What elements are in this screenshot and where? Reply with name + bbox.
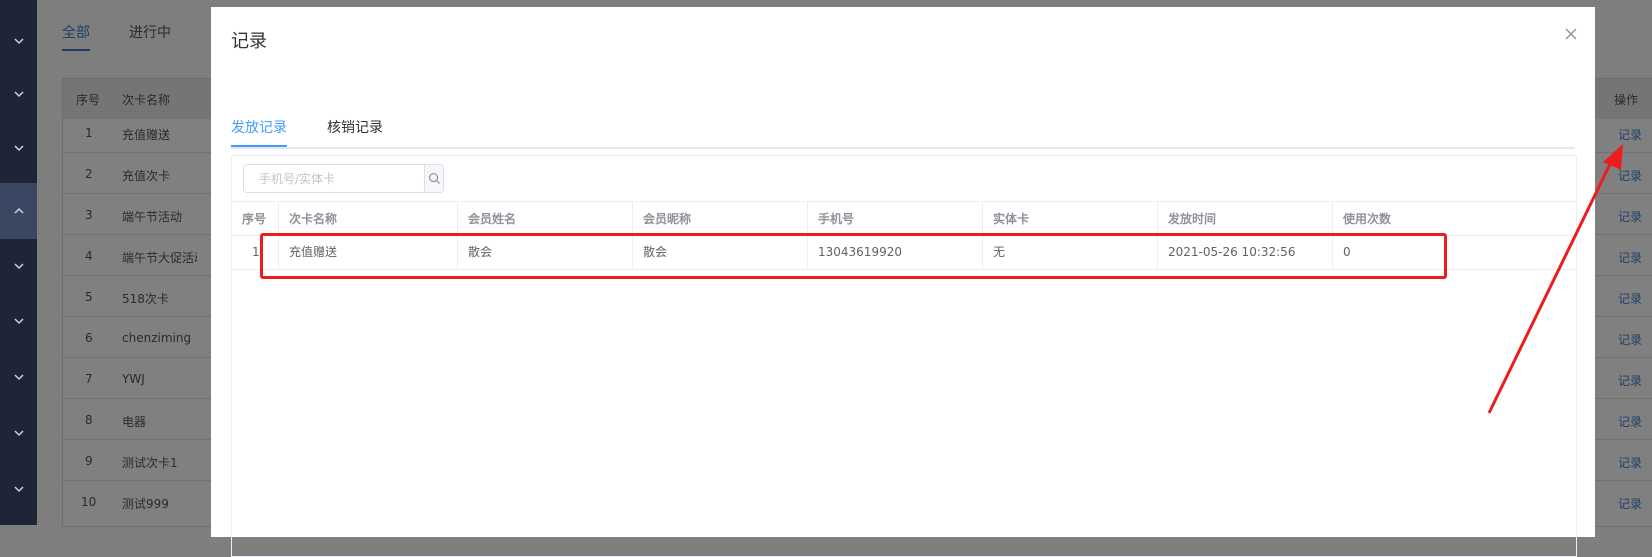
sidebar-item-6[interactable] (0, 293, 37, 349)
column-header-phone: 手机号 (808, 202, 983, 235)
row-index: 4 (85, 249, 93, 263)
column-header-member-name: 会员姓名 (458, 202, 633, 235)
cell-member-nickname: 散会 (633, 234, 808, 269)
sidebar-item-5[interactable] (0, 238, 37, 294)
row-name: 电器 (122, 415, 147, 429)
records-table-header: 序号 次卡名称 会员姓名 会员昵称 手机号 实体卡 发放时间 使用次数 (232, 201, 1576, 236)
record-link[interactable]: 记录 (1618, 208, 1642, 225)
tab-all[interactable]: 全部 (62, 22, 90, 51)
search-box (243, 164, 444, 193)
row-index: 5 (85, 290, 93, 304)
sidebar-item-1[interactable] (0, 13, 37, 69)
chevron-down-icon (13, 38, 24, 45)
sidebar-item-7[interactable] (0, 349, 37, 405)
dialog-title: 记录 (231, 31, 267, 52)
row-index: 10 (81, 495, 97, 509)
cell-issue-time: 2021-05-26 10:32:56 (1158, 234, 1333, 269)
column-header-physical-card: 实体卡 (983, 202, 1158, 235)
sidebar-item-4[interactable] (0, 183, 37, 239)
row-index: 2 (85, 167, 93, 181)
column-header-name: 次卡名称 (122, 93, 171, 107)
sidebar (0, 0, 37, 525)
chevron-down-icon (13, 430, 24, 437)
chevron-down-icon (13, 318, 24, 325)
close-icon[interactable] (1563, 26, 1579, 42)
search-button[interactable] (424, 165, 443, 192)
cell-index: 1 (232, 234, 279, 269)
cell-physical-card: 无 (983, 234, 1158, 269)
records-panel: 序号 次卡名称 会员姓名 会员昵称 手机号 实体卡 发放时间 使用次数 1 充值… (231, 155, 1577, 557)
cell-phone: 13043619920 (808, 234, 983, 269)
record-link[interactable]: 记录 (1618, 331, 1642, 348)
record-link[interactable]: 记录 (1618, 126, 1642, 143)
row-name: 518次卡 (122, 292, 169, 306)
tab-in-progress[interactable]: 进行中 (129, 22, 171, 42)
row-index: 7 (85, 372, 93, 386)
row-name: 测试999 (122, 497, 169, 511)
row-index: 6 (85, 331, 93, 345)
row-name: YWJ (122, 372, 145, 386)
table-row: 1 充值赠送 散会 散会 13043619920 无 2021-05-26 10… (232, 234, 1576, 270)
active-tab-indicator (231, 145, 287, 147)
row-name: 充值赠送 (122, 128, 171, 142)
record-link[interactable]: 记录 (1618, 290, 1642, 307)
column-header-index: 序号 (232, 202, 279, 235)
sidebar-item-3[interactable] (0, 120, 37, 176)
chevron-down-icon (13, 91, 24, 98)
row-index: 1 (85, 126, 93, 140)
column-header-card-name: 次卡名称 (279, 202, 458, 235)
cell-card-name: 充值赠送 (279, 234, 458, 269)
record-dialog: 记录 发放记录 核销记录 序号 次卡名称 会员姓名 会员昵称 手机号 实体卡 发… (211, 7, 1595, 557)
sidebar-item-9[interactable] (0, 461, 37, 517)
record-link[interactable]: 记录 (1618, 167, 1642, 184)
column-header-issue-time: 发放时间 (1158, 202, 1333, 235)
row-name: 端午节大促活动3 (122, 251, 197, 265)
dialog-tabs: 发放记录 核销记录 (231, 107, 1575, 149)
row-name: chenziming (122, 331, 192, 345)
record-link[interactable]: 记录 (1618, 372, 1642, 389)
row-name: 端午节活动 (122, 210, 183, 224)
search-icon (428, 172, 440, 185)
sidebar-item-2[interactable] (0, 66, 37, 122)
record-link[interactable]: 记录 (1618, 249, 1642, 266)
row-index: 8 (85, 413, 93, 427)
column-header-usage-count: 使用次数 (1343, 212, 1392, 226)
tab-redeem-records[interactable]: 核销记录 (327, 117, 383, 137)
chevron-down-icon (13, 374, 24, 381)
cell-usage-count: 0 (1343, 244, 1351, 259)
chevron-down-icon (13, 263, 24, 270)
record-link[interactable]: 记录 (1618, 495, 1642, 512)
row-index: 3 (85, 208, 93, 222)
record-link[interactable]: 记录 (1618, 454, 1642, 471)
column-header-index: 序号 (76, 93, 101, 107)
chevron-down-icon (13, 486, 24, 493)
row-name: 充值次卡 (122, 169, 171, 183)
column-header-actions: 操作 (1614, 93, 1639, 107)
chevron-down-icon (13, 145, 24, 152)
row-name: 测试次卡1 (122, 456, 178, 470)
sidebar-item-8[interactable] (0, 405, 37, 461)
search-input[interactable] (244, 165, 424, 192)
tab-issue-records[interactable]: 发放记录 (231, 117, 287, 137)
row-index: 9 (85, 454, 93, 468)
cell-member-name: 散会 (458, 234, 633, 269)
record-link[interactable]: 记录 (1618, 413, 1642, 430)
chevron-up-icon (13, 207, 24, 214)
column-header-member-nickname: 会员昵称 (633, 202, 808, 235)
